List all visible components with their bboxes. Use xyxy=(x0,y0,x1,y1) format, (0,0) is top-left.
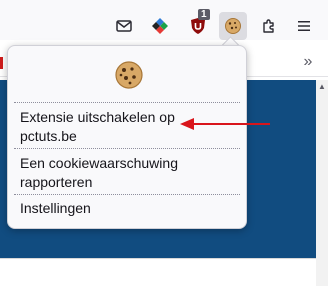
notification-badge: 1 xyxy=(198,9,210,20)
ublock-origin-button[interactable]: 1 xyxy=(184,9,212,40)
page-red-mark xyxy=(0,57,3,69)
colorful-extension-icon xyxy=(152,18,168,34)
menu-separator xyxy=(14,194,240,195)
page-scrollbar[interactable] xyxy=(316,80,328,286)
annotation-arrow-icon xyxy=(180,118,270,130)
menu-item-line: Instellingen xyxy=(20,200,91,216)
menu-separator xyxy=(14,148,240,149)
extension-popup: Extensie uitschakelen op pctuts.be Een c… xyxy=(7,45,247,229)
mail-icon xyxy=(116,20,132,32)
hamburger-menu-icon xyxy=(298,21,310,31)
settings-item[interactable]: Instellingen xyxy=(14,199,240,218)
scroll-up-arrow-icon[interactable]: ▲ xyxy=(317,82,327,92)
page-divider xyxy=(0,258,316,259)
menu-item-line: rapporteren xyxy=(20,174,93,190)
cookie-autodelete-icon xyxy=(225,18,241,34)
cookie-icon xyxy=(115,61,143,89)
mail-button[interactable] xyxy=(110,12,138,40)
colorful-extension-button[interactable] xyxy=(146,12,174,40)
menu-item-line: Een cookiewaarschuwing xyxy=(20,155,178,171)
toolbar-overflow-chevron[interactable]: » xyxy=(298,52,318,72)
report-cookie-warning-item[interactable]: Een cookiewaarschuwing rapporteren xyxy=(14,154,240,192)
menu-separator xyxy=(14,102,240,103)
extensions-puzzle-icon xyxy=(263,19,274,33)
app-menu-button[interactable] xyxy=(290,12,318,40)
browser-toolbar: 1 xyxy=(0,0,328,40)
extensions-button[interactable] xyxy=(255,12,283,40)
cookie-extension-button[interactable] xyxy=(219,12,247,40)
